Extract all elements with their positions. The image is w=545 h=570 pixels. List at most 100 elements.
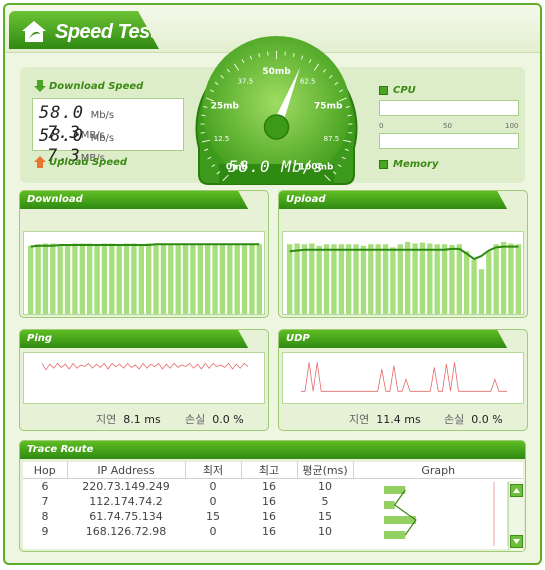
bar xyxy=(227,244,233,314)
bar xyxy=(42,243,49,314)
bar xyxy=(234,243,240,314)
trace-bar xyxy=(384,486,406,494)
gauge-tick xyxy=(347,114,352,117)
cell-max: 16 xyxy=(262,479,276,493)
download-readout: 58.0 Mb/s 7.3MB/s xyxy=(39,103,115,143)
bar xyxy=(508,243,514,314)
scroll-down-button[interactable] xyxy=(510,535,523,548)
bar xyxy=(382,244,389,314)
udp-panel-title: UDP xyxy=(279,330,508,348)
bar xyxy=(241,243,248,314)
bar xyxy=(109,243,115,314)
bar xyxy=(338,244,344,314)
cell-hop: 9 xyxy=(41,524,49,538)
bar xyxy=(464,251,470,314)
bar xyxy=(131,243,137,314)
bar xyxy=(205,243,211,314)
bar xyxy=(478,269,485,314)
arrow-down-icon xyxy=(34,80,46,92)
trace-graph xyxy=(384,482,509,546)
cell-min: 0 xyxy=(209,524,217,538)
gauge-label: 12.5 xyxy=(214,135,230,143)
gauge-label: 75mb xyxy=(314,102,343,112)
bar xyxy=(64,244,71,314)
trace-bar xyxy=(384,531,406,539)
bar xyxy=(101,243,108,314)
cell-avg: 10 xyxy=(318,479,332,493)
cell-avg: 15 xyxy=(318,509,332,523)
bar xyxy=(441,244,448,314)
gauge-label: 50mb xyxy=(262,67,291,77)
bar xyxy=(294,243,300,314)
series-line xyxy=(41,362,249,371)
trace-scrollbar[interactable] xyxy=(508,481,523,551)
bar xyxy=(219,243,226,314)
bar xyxy=(87,243,93,314)
cpu-label: CPU xyxy=(379,85,416,96)
upload-panel-title: Upload xyxy=(279,191,508,209)
bar xyxy=(390,247,396,314)
bar xyxy=(153,243,159,314)
bar xyxy=(175,243,181,314)
house-logo-icon xyxy=(22,21,46,42)
cpu-bar xyxy=(379,100,519,116)
upload-speed-label: Upload Speed xyxy=(34,156,127,168)
bar xyxy=(456,244,462,314)
cell-min: 15 xyxy=(206,509,220,523)
bar xyxy=(256,244,262,314)
bar xyxy=(449,245,455,314)
gauge-hub xyxy=(263,114,290,140)
bar xyxy=(123,243,130,314)
download-chart xyxy=(23,231,265,315)
bar xyxy=(94,244,100,314)
col-hop: Hop xyxy=(23,462,68,479)
bar xyxy=(35,244,41,314)
bar xyxy=(146,243,152,314)
bar xyxy=(486,251,492,314)
scroll-up-button[interactable] xyxy=(510,484,523,497)
col-min: 최저 xyxy=(185,462,242,479)
bar xyxy=(301,244,308,314)
trace-bar xyxy=(384,501,395,509)
ping-panel: Ping 지연 8.1 ms 손실 0.0 % xyxy=(19,329,269,431)
bar xyxy=(138,244,144,314)
gauge-label: 37.5 xyxy=(238,77,254,85)
bar xyxy=(375,244,381,314)
download-panel-title: Download xyxy=(20,191,249,209)
bar xyxy=(331,244,337,314)
arrow-down-icon xyxy=(513,539,520,544)
ping-chart xyxy=(23,352,265,404)
cell-hop: 8 xyxy=(41,509,49,523)
bar xyxy=(316,245,322,314)
app-title: Speed Test xyxy=(55,21,156,43)
cell-ip: 220.73.149.249 xyxy=(82,479,170,493)
cell-hop: 7 xyxy=(41,494,49,508)
bar xyxy=(28,245,34,314)
cell-min: 0 xyxy=(209,479,217,493)
memory-square-icon xyxy=(379,159,388,169)
bar xyxy=(50,243,56,314)
udp-delay: 지연 11.4 ms xyxy=(349,413,421,426)
speed-readout: 58.0 Mb/s 7.3MB/s 58.0 Mb/s 7.3MB/s xyxy=(32,98,184,166)
upload-chart xyxy=(282,231,524,315)
udp-loss: 손실 0.0 % xyxy=(444,413,503,426)
ping-loss: 손실 0.0 % xyxy=(185,413,244,426)
arrow-up-icon xyxy=(34,156,46,168)
bar xyxy=(79,243,85,314)
trace-route-title: Trace Route xyxy=(20,441,525,459)
bar xyxy=(515,244,521,314)
bar xyxy=(493,244,499,314)
download-speed-label: Download Speed xyxy=(34,80,143,92)
cell-min: 0 xyxy=(209,494,217,508)
bar xyxy=(471,259,477,314)
bar xyxy=(419,242,426,314)
col-avg: 평균(ms) xyxy=(297,462,354,479)
bar xyxy=(434,244,440,314)
col-max: 최고 xyxy=(241,462,298,479)
series-line xyxy=(301,362,507,392)
bar xyxy=(427,243,433,314)
bar xyxy=(346,244,352,314)
bar xyxy=(249,244,255,314)
gauge-reading: 58.0 Mb/s xyxy=(228,157,324,176)
upload-panel: Upload xyxy=(278,190,528,318)
